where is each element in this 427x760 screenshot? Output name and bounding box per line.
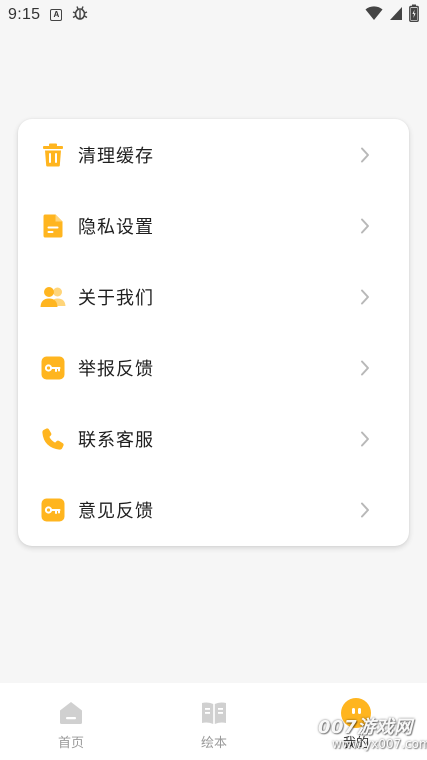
menu-item-contact-support[interactable]: 联系客服 bbox=[18, 403, 409, 474]
settings-menu-card: 清理缓存 隐私设置 关于我们 举报反馈 联系客服 意见反馈 bbox=[18, 119, 409, 546]
signal-icon bbox=[389, 5, 403, 25]
tab-picture-books[interactable]: 绘本 bbox=[164, 683, 264, 760]
chevron-right-icon bbox=[356, 501, 374, 519]
status-bar: 9:15 A bbox=[0, 0, 427, 30]
menu-item-opinion-feedback[interactable]: 意见反馈 bbox=[18, 474, 409, 545]
key-icon bbox=[40, 497, 66, 523]
document-icon bbox=[40, 213, 66, 239]
chevron-right-icon bbox=[356, 430, 374, 448]
tab-label: 首页 bbox=[57, 736, 84, 751]
chevron-right-icon bbox=[356, 217, 374, 235]
tab-home[interactable]: 首页 bbox=[21, 683, 121, 760]
menu-item-report-feedback[interactable]: 举报反馈 bbox=[18, 332, 409, 403]
status-right bbox=[365, 4, 419, 26]
trash-icon bbox=[40, 142, 66, 168]
chevron-right-icon bbox=[356, 359, 374, 377]
menu-item-about-us[interactable]: 关于我们 bbox=[18, 261, 409, 332]
battery-icon bbox=[409, 4, 419, 26]
menu-item-label: 关于我们 bbox=[78, 287, 154, 309]
menu-item-label: 举报反馈 bbox=[78, 358, 154, 380]
a-notification-icon: A bbox=[50, 9, 63, 21]
watermark: 007游戏网 www.yx007.com bbox=[318, 713, 427, 760]
menu-item-clear-cache[interactable]: 清理缓存 bbox=[18, 119, 409, 190]
book-icon bbox=[201, 700, 227, 726]
wifi-icon bbox=[365, 5, 383, 25]
chevron-right-icon bbox=[356, 288, 374, 306]
chevron-right-icon bbox=[356, 146, 374, 164]
users-icon bbox=[40, 284, 66, 310]
home-icon bbox=[58, 700, 84, 726]
tab-label: 绘本 bbox=[200, 736, 227, 751]
menu-item-label: 隐私设置 bbox=[78, 216, 154, 238]
menu-item-label: 意见反馈 bbox=[78, 500, 154, 522]
key-icon bbox=[40, 355, 66, 381]
watermark-text: 007游戏网 bbox=[318, 717, 413, 738]
debug-icon bbox=[72, 5, 88, 25]
menu-item-privacy-settings[interactable]: 隐私设置 bbox=[18, 190, 409, 261]
menu-item-label: 清理缓存 bbox=[78, 145, 154, 167]
watermark-url: www.yx007.com bbox=[332, 737, 427, 751]
status-time: 9:15 bbox=[8, 6, 41, 23]
menu-item-label: 联系客服 bbox=[78, 429, 154, 451]
status-left: 9:15 A bbox=[8, 5, 88, 25]
phone-icon bbox=[40, 426, 66, 452]
